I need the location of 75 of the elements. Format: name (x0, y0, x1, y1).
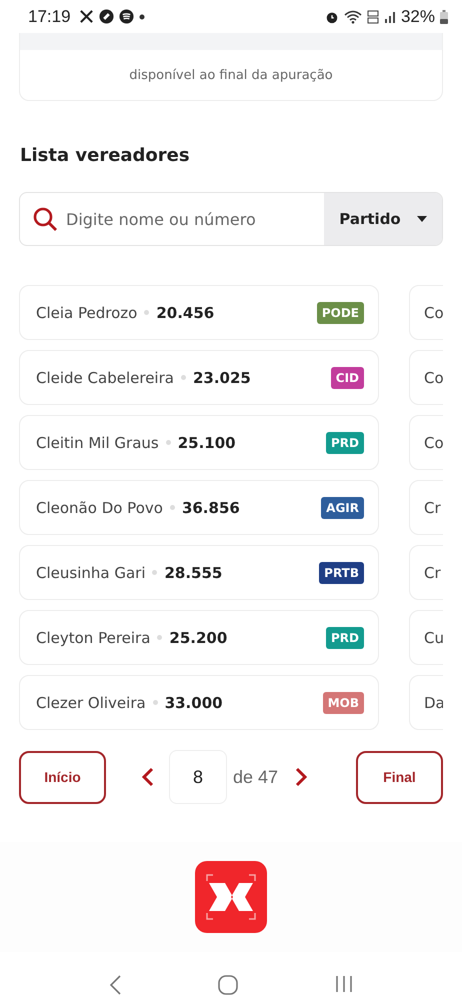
page-field[interactable]: 8 (169, 750, 227, 804)
candidate-card[interactable]: Clezer Oliveira 33.000 MOB (19, 675, 379, 730)
circle-app-icon (98, 9, 114, 24)
candidate-name: Cleitin Mil Graus (36, 434, 159, 452)
candidate-card[interactable]: Co (409, 285, 443, 340)
battery-percentage: 32% (400, 6, 435, 26)
candidate-card[interactable]: Cleitin Mil Graus 25.100 PRD (19, 415, 379, 470)
candidate-name: Co (424, 304, 443, 322)
candidate-name: Clezer Oliveira (36, 694, 146, 712)
candidate-card[interactable]: Cu (409, 610, 443, 665)
first-page-button[interactable]: Início (19, 750, 106, 804)
previous-icon[interactable] (141, 767, 155, 787)
candidate-card[interactable]: Cleusinha Gari 28.555 PRTB (19, 545, 379, 600)
separator-dot-icon (166, 440, 171, 445)
candidate-name: Cr (424, 564, 441, 582)
x-logo-icon (78, 9, 94, 24)
candidate-card[interactable]: Co (409, 415, 443, 470)
vote-count: 25.100 (178, 434, 236, 452)
vote-count: 33.000 (164, 694, 223, 712)
candidate-name: Da (424, 694, 443, 712)
separator-dot-icon (144, 310, 150, 315)
candidate-name: Cu (424, 628, 443, 646)
candidate-name: Cr (424, 498, 441, 516)
separator-dot-icon (157, 635, 162, 640)
search-icon (32, 206, 58, 232)
candidate-name: Cleia Pedrozo (36, 304, 138, 322)
page-total: de 47 (233, 766, 278, 788)
last-page-button[interactable]: Final (356, 750, 443, 804)
next-icon[interactable] (294, 767, 308, 787)
separator-dot-icon (180, 375, 186, 380)
party-tag: PODE (316, 302, 364, 324)
candidate-name: Cleusinha Gari (36, 564, 146, 582)
dot-icon (138, 14, 145, 20)
vote-count: 25.200 (169, 628, 228, 646)
music-app-icon (118, 9, 134, 24)
candidate-name: Cleonão Do Povo (36, 498, 163, 516)
candidate-card[interactable]: Cr (409, 545, 443, 600)
recent-apps-icon[interactable] (334, 974, 354, 994)
candidate-card[interactable]: Cleia Pedrozo 20.456 PODE (19, 285, 379, 340)
caret-icon (416, 216, 427, 222)
party-tag: AGIR (321, 496, 364, 518)
party-tag: PRD (326, 626, 364, 648)
wifi-icon (344, 10, 362, 24)
section-title: Lista vereadores (20, 145, 191, 168)
party-tag: PRTB (319, 562, 364, 584)
candidate-card[interactable]: Cleonão Do Povo 36.856 AGIR (19, 480, 379, 535)
candidate-card[interactable]: Da (409, 675, 443, 730)
candidate-name: Co (424, 368, 443, 386)
candidate-name: Co (424, 434, 443, 452)
candidate-name: Cleide Cabelereira (36, 368, 174, 386)
clock: 17:19 (28, 6, 71, 26)
separator-dot-icon (152, 570, 158, 575)
back-icon[interactable] (108, 974, 122, 996)
separator-dot-icon (170, 505, 175, 510)
party-tag: CID (330, 366, 364, 388)
party-tag: PRD (326, 432, 364, 454)
home-icon[interactable] (216, 974, 239, 996)
notice-text: disponível ao final da apuração (129, 68, 333, 82)
candidate-card[interactable]: Co (409, 350, 443, 405)
candidate-card[interactable]: Cleide Cabelereira 23.025 CID (19, 350, 379, 405)
vote-count: 23.025 (192, 368, 251, 386)
candidate-name: Cleyton Pereira (36, 628, 150, 646)
vote-count: 20.456 (156, 304, 214, 322)
signal-icon (384, 10, 396, 22)
candidate-card[interactable]: Cleyton Pereira 25.200 PRD (19, 610, 379, 665)
party-dropdown[interactable]: Partido (324, 193, 442, 245)
vote-count: 36.856 (182, 498, 240, 516)
app-logo-icon[interactable] (195, 861, 267, 933)
candidate-card[interactable]: Cr (409, 480, 443, 535)
separator-dot-icon (152, 700, 158, 705)
battery-icon (440, 10, 448, 24)
vote-count: 28.555 (164, 564, 222, 582)
search-field[interactable]: Digite nome ou número (64, 208, 318, 230)
party-tag: MOB (322, 692, 364, 714)
alarm-icon (324, 10, 339, 24)
